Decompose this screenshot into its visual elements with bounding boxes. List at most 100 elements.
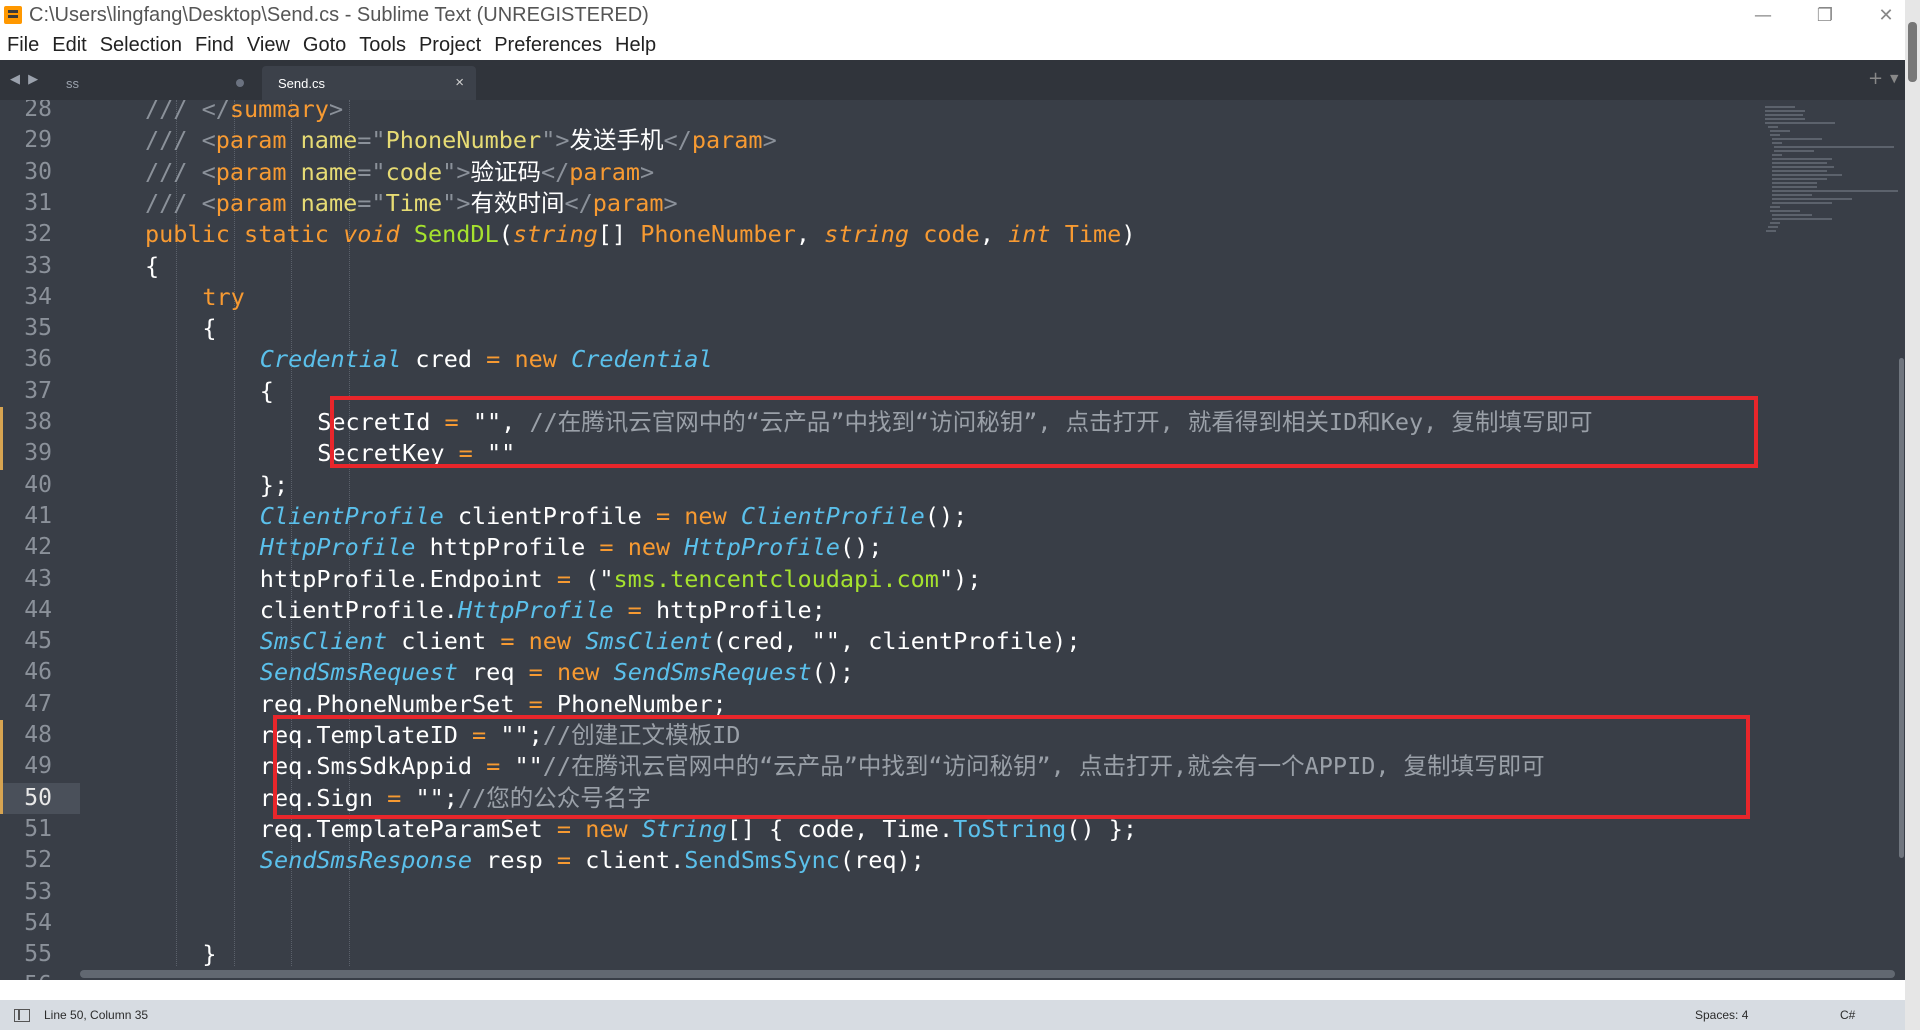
line-number: 45 [24,628,52,655]
line-number: 46 [24,659,52,686]
line-number: 43 [24,565,52,592]
line-number: 33 [24,252,52,279]
menu-goto[interactable]: Goto [303,34,346,57]
code-line: Credential cred = new Credential [259,345,713,374]
code-line: try [202,282,245,311]
horizontal-scrollbar[interactable] [80,966,1895,980]
minimap-line [1772,214,1812,216]
code-line: /// </summary> [145,100,344,123]
code-editor[interactable]: 28 29 30 31 32 33 34 35 36 37 38 39 40 41 42 43 44 45 46 47… [0,100,1905,980]
menu-tools[interactable]: Tools [359,34,406,57]
line-number: 56 [0,970,80,980]
code-line: clientProfile.HttpProfile = httpProfile; [259,595,826,624]
minimap-line [1772,154,1782,156]
minimap-line [1765,114,1803,116]
menu-project[interactable]: Project [419,34,481,57]
minimap-line [1765,110,1805,112]
minimap-line [1772,182,1817,184]
unsaved-dot-icon [236,79,244,87]
menu-selection[interactable]: Selection [100,34,182,57]
minimap-line [1772,218,1832,220]
line-number: 44 [24,596,52,623]
line-number: 48 [0,720,80,752]
vertical-scrollbar[interactable] [1898,100,1905,980]
line-number: 38 [0,407,80,439]
line-number: 28 [24,100,52,122]
window-scroll-thumb[interactable] [1908,22,1917,82]
code-line: /// <param name="PhoneNumber">发送手机</para… [145,126,777,155]
minimap-line [1768,126,1778,128]
code-line: httpProfile.Endpoint = ("sms.tencentclou… [259,564,982,593]
close-tab-icon[interactable]: × [455,74,464,91]
line-number: 34 [24,283,52,310]
line-number: 39 [0,438,80,470]
minimap[interactable] [1760,100,1902,300]
line-number: 55 [24,941,52,968]
title-bar: C:\Users\lingfang\Desktop\Send.cs - Subl… [0,0,1920,30]
line-number: 36 [24,346,52,373]
code-line: ClientProfile clientProfile = new Client… [259,501,968,530]
minimap-line [1772,170,1827,172]
line-number: 47 [24,690,52,717]
menu-preferences[interactable]: Preferences [494,34,602,57]
line-number: 40 [24,471,52,498]
code-area[interactable]: /// </summary> /// <param name="PhoneNumb… [120,100,1760,980]
line-number: 53 [24,878,52,905]
minimap-line [1765,122,1835,124]
line-number: 51 [24,815,52,842]
line-number: 52 [24,847,52,874]
code-line: { [202,314,217,343]
minimap-line [1772,186,1817,188]
code-line: /// <param name="Time">有效时间</param> [145,188,678,217]
indentation-setting[interactable]: Spaces: 4 [1695,1008,1748,1022]
code-line: { [259,376,274,405]
menu-find[interactable]: Find [195,34,234,57]
code-line: }; [259,470,289,499]
line-number-gutter: 28 29 30 31 32 33 34 35 36 37 38 39 40 41 42 43 44 45 46 47… [0,100,80,980]
tab-nav-arrows-icon[interactable]: ◀ ▶ [10,72,40,87]
menu-bar: File Edit Selection Find View Goto Tools… [0,30,1920,60]
code-line: SendSmsResponse resp = client.SendSmsSyn… [259,846,925,875]
minimap-line [1774,146,1894,148]
code-line: { [145,251,160,280]
minimap-line [1770,134,1780,136]
window-title: C:\Users\lingfang\Desktop\Send.cs - Subl… [29,3,649,26]
window-scroll-strip[interactable] [1905,0,1920,1030]
restore-button[interactable]: ❐ [1797,0,1853,30]
minimap-line [1772,198,1852,200]
line-number: 29 [24,127,52,154]
minimap-line [1768,226,1778,228]
code-line: /// <param name="code">验证码</param> [145,157,655,186]
line-number: 35 [24,315,52,342]
minimap-line [1772,138,1822,140]
minimap-line [1772,142,1782,144]
minimap-line [1770,222,1780,224]
menu-file[interactable]: File [7,34,39,57]
code-line: public static void SendDL(string[] Phone… [145,220,1136,249]
tab-send-cs-label: Send.cs [278,75,325,91]
status-bar: Line 50, Column 35 Spaces: 4 C# [0,1000,1905,1030]
line-number: 50 [0,782,80,815]
vertical-scroll-thumb[interactable] [1899,358,1904,858]
line-number: 41 [24,502,52,529]
minimap-line [1772,158,1832,160]
tab-ss[interactable]: ss [50,66,260,100]
tab-ss-label: ss [66,75,79,91]
code-line: HttpProfile httpProfile = new HttpProfil… [259,533,883,562]
minimize-button[interactable]: — [1735,0,1791,30]
panel-toggle-icon[interactable] [14,1009,30,1022]
minimap-line [1770,130,1790,132]
syntax-setting[interactable]: C# [1840,1008,1855,1022]
line-number: 49 [0,751,80,783]
line-number: 54 [24,909,52,936]
horizontal-scroll-thumb[interactable] [80,970,1895,978]
menu-view[interactable]: View [247,34,290,57]
minimap-line [1774,150,1814,152]
new-tab-icon[interactable]: + [1868,68,1883,89]
menu-help[interactable]: Help [615,34,656,57]
menu-edit[interactable]: Edit [52,34,86,57]
line-number: 42 [24,534,52,561]
tab-send-cs[interactable]: Send.cs × [262,66,476,100]
tab-dropdown-icon[interactable]: ▼ [1890,72,1898,85]
sublime-app-icon [4,6,22,24]
